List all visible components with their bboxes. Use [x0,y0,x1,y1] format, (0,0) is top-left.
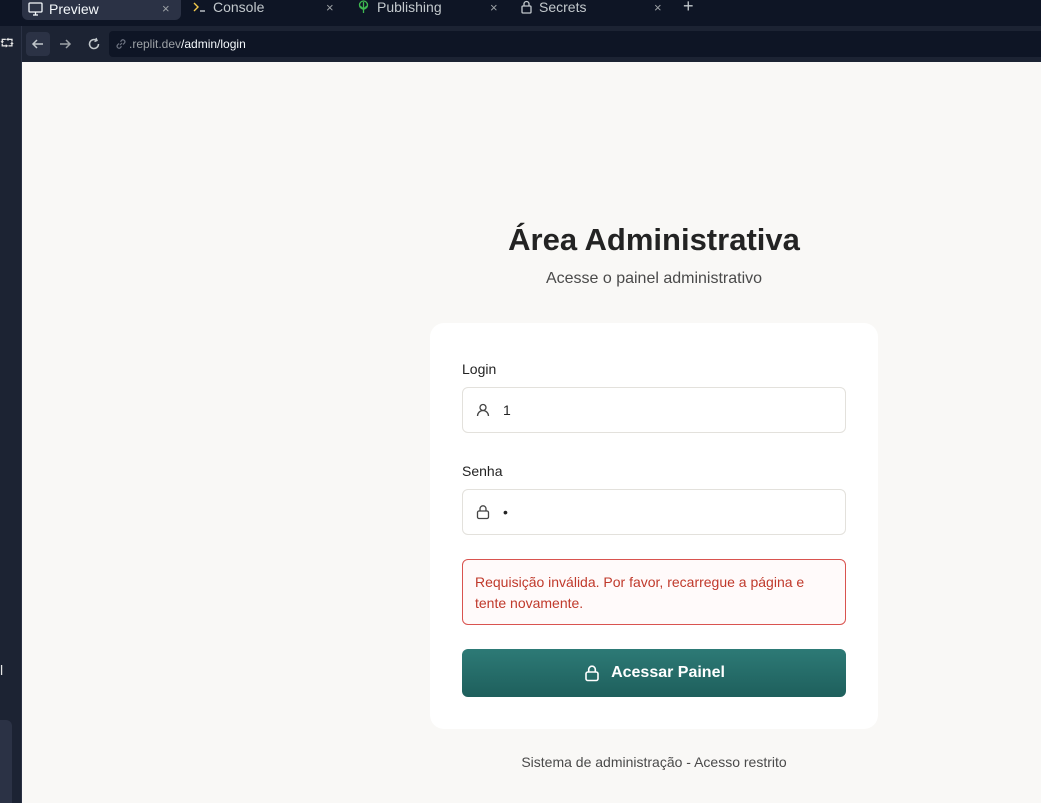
login-card: Login 1 Senha • Requisição inválida. Por… [430,323,878,729]
browser-toolbar: .replit.dev/admin/login [22,26,1041,62]
login-input[interactable]: 1 [462,387,846,433]
tab-bar: Preview × Console × Publishing × Secrets… [0,0,1041,26]
close-icon[interactable]: × [162,1,170,16]
add-tab-button[interactable]: + [683,0,694,17]
login-value: 1 [503,402,511,418]
submit-button[interactable]: Acessar Painel [462,649,846,697]
lock-icon [520,0,533,14]
tab-label: Secrets [539,0,587,15]
back-button[interactable] [26,32,50,56]
user-icon [475,402,491,418]
password-value: • [503,504,508,520]
sidebar-panel [0,720,12,803]
swap-icon[interactable]: ⮔ [0,34,14,55]
close-icon[interactable]: × [654,0,662,15]
link-icon [115,38,127,50]
left-sidebar-strip: ⮔ l [0,26,22,803]
publish-icon [356,0,371,14]
url-path: /admin/login [181,37,246,51]
close-icon[interactable]: × [326,0,334,15]
page-title: Área Administrativa [508,222,800,257]
tab-preview[interactable]: Preview × [22,0,181,20]
preview-page: Área Administrativa Acesse o painel admi… [22,62,1041,803]
tab-publishing[interactable]: Publishing × [354,0,508,17]
tab-console[interactable]: Console × [190,0,345,17]
reload-button[interactable] [82,32,106,56]
url-host: .replit.dev [129,37,182,51]
terminal-icon [192,0,207,14]
login-label: Login [462,361,497,377]
sidebar-text-fragment: l [0,662,4,678]
error-alert: Requisição inválida. Por favor, recarreg… [462,559,846,625]
password-input[interactable]: • [462,489,846,535]
lock-icon [475,504,491,520]
footer-text: Sistema de administração - Acesso restri… [521,754,787,770]
tab-label: Publishing [377,0,442,15]
page-subtitle: Acesse o painel administrativo [545,270,763,287]
lock-icon [583,664,601,682]
reload-icon [88,37,100,50]
monitor-icon [28,1,43,16]
arrow-left-icon [31,39,43,49]
tab-label: Console [213,0,265,15]
url-input[interactable]: .replit.dev/admin/login [109,31,1041,57]
tab-label: Preview [49,0,99,17]
forward-button[interactable] [53,32,77,56]
submit-label: Acessar Painel [611,664,725,681]
tab-secrets[interactable]: Secrets × [518,0,672,17]
arrow-right-icon [60,39,72,49]
close-icon[interactable]: × [490,0,498,15]
password-label: Senha [462,463,503,479]
